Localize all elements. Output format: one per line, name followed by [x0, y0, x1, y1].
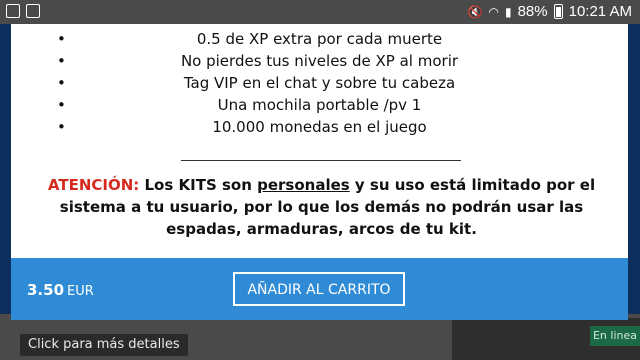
- benefit-text: No pierdes tus niveles de XP al morir: [180, 52, 459, 70]
- notice-text-before: Los KITS son: [139, 176, 258, 194]
- benefit-text: 10.000 monedas en el juego: [212, 118, 427, 136]
- price: 3.50 EUR: [27, 281, 94, 299]
- notice-label: ATENCIÓN:: [47, 176, 140, 194]
- bullet-icon: •: [57, 118, 66, 136]
- product-modal: • 0.5 de XP extra por cada muerte • No p…: [11, 24, 628, 258]
- backdrop-left: [0, 24, 11, 314]
- price-currency: EUR: [67, 284, 94, 299]
- bullet-icon: •: [57, 74, 66, 92]
- backdrop-right: [628, 24, 640, 314]
- notification-icons: [6, 4, 40, 18]
- details-tooltip: Click para más detalles: [20, 334, 188, 356]
- status-bar: 🔇 ◠ ▮ 88% 10:21 AM: [0, 0, 640, 24]
- benefit-item: • 10.000 monedas en el juego: [11, 116, 628, 138]
- add-to-cart-button[interactable]: AÑADIR AL CARRITO: [233, 272, 405, 306]
- benefit-item: • Tag VIP en el chat y sobre tu cabeza: [11, 72, 628, 94]
- benefit-item: • 0.5 de XP extra por cada muerte: [11, 28, 628, 50]
- clock: 10:21 AM: [568, 3, 632, 20]
- wifi-icon: ◠: [488, 4, 499, 19]
- benefits-list: • 0.5 de XP extra por cada muerte • No p…: [11, 28, 628, 138]
- price-amount: 3.50: [27, 281, 65, 299]
- benefit-item: • No pierdes tus niveles de XP al morir: [11, 50, 628, 72]
- notice-emphasis: personales: [257, 176, 350, 194]
- notification-app-icon: [6, 4, 20, 18]
- benefit-text: Una mochila portable /pv 1: [217, 96, 422, 114]
- benefit-text: Tag VIP en el chat y sobre tu cabeza: [183, 74, 456, 92]
- battery-percent: 88%: [517, 3, 548, 20]
- mute-icon: 🔇: [467, 4, 483, 19]
- notification-clipboard-icon: [26, 4, 40, 18]
- bullet-icon: •: [57, 96, 66, 114]
- benefit-item: • Una mochila portable /pv 1: [11, 94, 628, 116]
- benefit-text: 0.5 de XP extra por cada muerte: [196, 30, 443, 48]
- kit-notice: ATENCIÓN: Los KITS son personales y su u…: [39, 174, 604, 240]
- divider: [181, 160, 461, 161]
- bullet-icon: •: [57, 30, 66, 48]
- cart-bar: 3.50 EUR AÑADIR AL CARRITO: [11, 258, 628, 320]
- bullet-icon: •: [57, 52, 66, 70]
- online-badge: En linea: [590, 326, 640, 346]
- battery-icon: [553, 4, 563, 19]
- signal-icon: ▮: [504, 4, 512, 19]
